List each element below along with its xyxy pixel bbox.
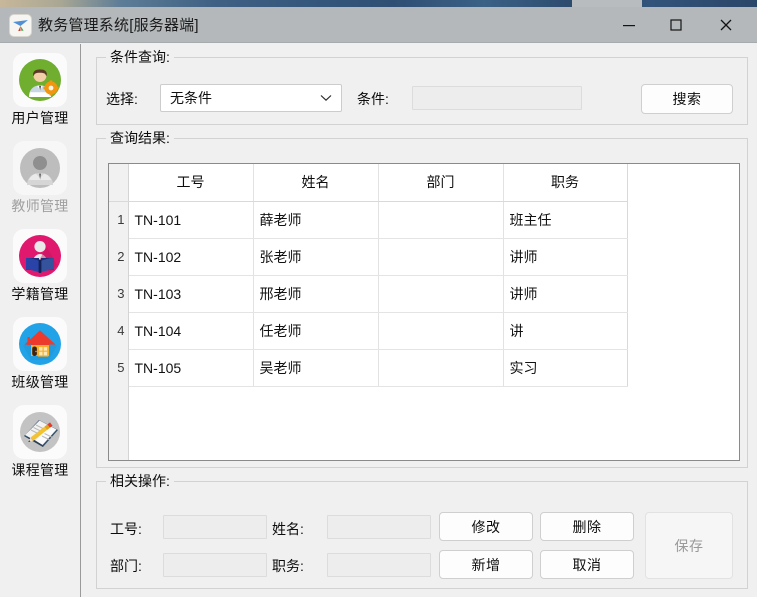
table-empty-area	[109, 386, 627, 460]
select-label: 选择:	[106, 91, 138, 107]
title-bar[interactable]: 教务管理系统[服务器端]	[0, 7, 757, 43]
sidebar-item-label: 课程管理	[11, 462, 69, 478]
maximize-button[interactable]	[652, 7, 699, 42]
results-group-title: 查询结果:	[106, 129, 174, 147]
cancel-button-label: 取消	[572, 556, 602, 573]
table-cell[interactable]: 吴老师	[253, 349, 379, 387]
table-cell[interactable]: 讲师	[503, 275, 628, 313]
column-header-name[interactable]: 姓名	[253, 164, 379, 202]
minimize-icon	[622, 24, 635, 26]
column-header-id[interactable]: 工号	[128, 164, 254, 202]
close-icon	[720, 19, 731, 30]
table-cell[interactable]	[378, 349, 504, 387]
table-row[interactable]: 1 TN-101 薛老师 班主任	[109, 201, 628, 239]
employee-id-label: 工号:	[110, 521, 142, 537]
add-button[interactable]: 新增	[439, 550, 533, 579]
name-label: 姓名:	[272, 521, 304, 537]
search-button-label: 搜索	[672, 91, 702, 107]
save-button-label: 保存	[674, 537, 704, 554]
table-cell[interactable]: 张老师	[253, 238, 379, 276]
table-row[interactable]: 5 TN-105 吴老师 实习	[109, 349, 628, 387]
user-gear-icon	[13, 53, 67, 107]
table-cell[interactable]	[378, 312, 504, 350]
delete-button-label: 删除	[572, 518, 602, 535]
table-cell[interactable]: TN-103	[128, 275, 254, 313]
table-cell[interactable]: TN-104	[128, 312, 254, 350]
sidebar-item-label: 学籍管理	[11, 286, 69, 302]
sidebar-item-class-management[interactable]: 班级管理	[0, 314, 80, 402]
query-group-title: 条件查询:	[106, 48, 174, 66]
cancel-button[interactable]: 取消	[540, 550, 634, 579]
application-window: 教务管理系统[服务器端] 用户管理 教师管理 学籍管理 班级管理 课程管理 条件…	[0, 0, 757, 597]
row-number: 4	[109, 312, 129, 349]
table-cell[interactable]: 薛老师	[253, 201, 379, 239]
table-cell[interactable]: 邢老师	[253, 275, 379, 313]
teacher-avatar-icon	[13, 141, 67, 195]
sidebar: 用户管理 教师管理 学籍管理 班级管理 课程管理	[0, 44, 81, 597]
table-cell[interactable]: 班主任	[503, 201, 628, 239]
delete-button[interactable]: 删除	[540, 512, 634, 541]
close-button[interactable]	[702, 7, 749, 42]
house-icon	[13, 317, 67, 371]
sidebar-item-label: 教师管理	[11, 198, 69, 214]
table-cell[interactable]: TN-102	[128, 238, 254, 276]
table-cell[interactable]: 任老师	[253, 312, 379, 350]
minimize-button[interactable]	[605, 7, 652, 42]
chevron-down-icon	[320, 95, 332, 102]
taskbar-highlight	[572, 0, 642, 7]
column-header-title[interactable]: 职务	[503, 164, 628, 202]
sidebar-item-course-management[interactable]: 课程管理	[0, 402, 80, 490]
modify-button[interactable]: 修改	[439, 512, 533, 541]
table-cell[interactable]: TN-101	[128, 201, 254, 239]
search-button[interactable]: 搜索	[641, 84, 733, 114]
results-grid[interactable]: 工号 姓名 部门 职务 1 TN-101 薛老师 班主任 2 TN-102 张老师 讲师 3 TN…	[108, 163, 740, 461]
job-title-input[interactable]	[327, 553, 431, 577]
table-cell[interactable]	[378, 238, 504, 276]
window-title: 教务管理系统[服务器端]	[38, 17, 199, 34]
table-row[interactable]: 3 TN-103 邢老师 讲师	[109, 275, 628, 313]
table-row[interactable]: 4 TN-104 任老师 讲	[109, 312, 628, 350]
sidebar-item-teacher-management[interactable]: 教师管理	[0, 138, 80, 226]
app-logo-icon	[10, 15, 31, 36]
notebook-pencil-icon	[13, 405, 67, 459]
condition-input[interactable]	[412, 86, 582, 110]
column-header-dept[interactable]: 部门	[378, 164, 504, 202]
student-book-icon	[13, 229, 67, 283]
employee-id-input[interactable]	[163, 515, 267, 539]
job-title-label: 职务:	[272, 558, 304, 574]
desktop-background-strip	[0, 0, 757, 7]
row-number: 2	[109, 238, 129, 275]
table-cell[interactable]: 讲	[503, 312, 628, 350]
condition-select-value: 无条件	[170, 90, 212, 106]
modify-button-label: 修改	[471, 518, 501, 535]
sidebar-item-label: 用户管理	[11, 110, 69, 126]
sidebar-item-user-management[interactable]: 用户管理	[0, 50, 80, 138]
table-header-row: 工号 姓名 部门 职务	[109, 164, 628, 202]
operations-group-title: 相关操作:	[106, 472, 174, 490]
table-cell[interactable]: 讲师	[503, 238, 628, 276]
sidebar-item-student-status-management[interactable]: 学籍管理	[0, 226, 80, 314]
save-button[interactable]: 保存	[645, 512, 733, 579]
row-number: 3	[109, 275, 129, 312]
row-number: 5	[109, 349, 129, 386]
table-cell[interactable]	[378, 201, 504, 239]
condition-select[interactable]: 无条件	[160, 84, 342, 112]
name-input[interactable]	[327, 515, 431, 539]
department-label: 部门:	[110, 558, 142, 574]
maximize-icon	[669, 18, 682, 31]
table-cell[interactable]: TN-105	[128, 349, 254, 387]
row-number: 1	[109, 201, 129, 238]
department-input[interactable]	[163, 553, 267, 577]
results-table: 工号 姓名 部门 职务 1 TN-101 薛老师 班主任 2 TN-102 张老师 讲师 3 TN…	[109, 164, 628, 460]
add-button-label: 新增	[471, 556, 501, 573]
corner-cell	[109, 164, 129, 202]
table-cell[interactable]	[378, 275, 504, 313]
table-row[interactable]: 2 TN-102 张老师 讲师	[109, 238, 628, 276]
condition-label: 条件:	[357, 91, 389, 107]
sidebar-item-label: 班级管理	[11, 374, 69, 390]
table-cell[interactable]: 实习	[503, 349, 628, 387]
